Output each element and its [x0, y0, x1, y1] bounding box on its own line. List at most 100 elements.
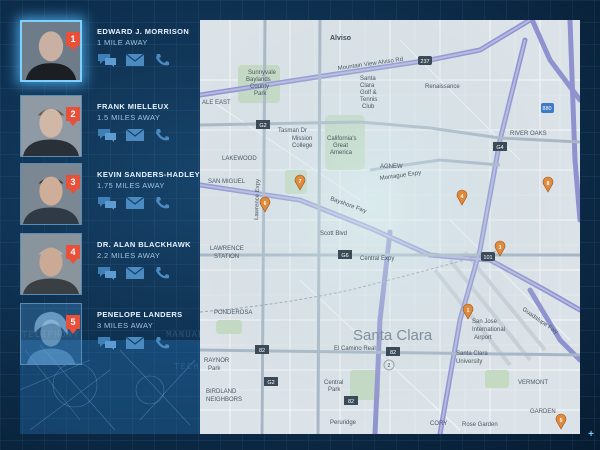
- mail-icon[interactable]: [125, 53, 145, 67]
- label-cory: CORY: [430, 421, 447, 427]
- shield-g6-label: G6: [341, 253, 348, 259]
- contact-distance: 2.2 MILES AWAY: [97, 251, 161, 260]
- contact-item[interactable]: 2 FRANK MIELLEUX 1.5 MILES AWAY: [20, 95, 200, 159]
- label-park: Park: [254, 91, 267, 97]
- label-lawrence-2: STATION: [214, 254, 239, 260]
- phone-icon[interactable]: [153, 128, 173, 142]
- pin-number: 1: [467, 308, 470, 314]
- mail-icon[interactable]: [125, 196, 145, 210]
- label-baylands: Baylands: [246, 77, 271, 83]
- label-alviso: Alviso: [330, 35, 351, 42]
- label-tasman: Tasman Dr: [278, 128, 307, 134]
- label-airport-1: San Jose: [472, 319, 498, 325]
- contacts-sidebar: 1 EDWARD J. MORRISON 1 MILE AWAY 2 FRANK…: [0, 0, 200, 450]
- contact-name: FRANK MIELLEUX: [97, 102, 169, 111]
- avatar[interactable]: [20, 20, 82, 82]
- avatar[interactable]: [20, 163, 82, 225]
- map-canvas: 237 880 101 G2 G4 G6 82 82 G2 82 Alviso …: [200, 20, 580, 434]
- avatar[interactable]: [20, 303, 82, 365]
- label-golf-3: Golf &: [360, 90, 377, 96]
- shield-101-label: 101: [483, 255, 492, 261]
- avatar[interactable]: [20, 95, 82, 157]
- contact-item[interactable]: 1 EDWARD J. MORRISON 1 MILE AWAY: [20, 20, 200, 84]
- chat-icon[interactable]: [97, 266, 117, 280]
- label-san-miguel: SAN MIGUEL: [208, 179, 246, 185]
- phone-icon[interactable]: [153, 266, 173, 280]
- label-birdland-1: BIRDLAND: [206, 389, 237, 395]
- label-scu-2: University: [456, 359, 482, 365]
- contact-name: DR. ALAN BLACKHAWK: [97, 240, 191, 249]
- label-scott: Scott Blvd: [320, 231, 347, 237]
- label-agnew: AGNEW: [380, 164, 403, 170]
- chat-icon[interactable]: [97, 53, 117, 67]
- contact-item[interactable]: 3 KEVIN SANDERS-HADLEY 1.75 MILES AWAY: [20, 163, 200, 227]
- label-golf-1: Santa: [360, 76, 376, 82]
- contact-name: EDWARD J. MORRISON: [97, 27, 190, 36]
- label-airport-2: International: [472, 327, 505, 333]
- rank-badge: 2: [66, 107, 80, 126]
- map-view[interactable]: 237 880 101 G2 G4 G6 82 82 G2 82 Alviso …: [200, 20, 580, 434]
- label-golf-4: Tennis: [360, 97, 377, 103]
- contact-actions: [97, 266, 197, 282]
- plus-icon[interactable]: +: [588, 429, 594, 440]
- label-lakewood: LAKEWOOD: [222, 156, 257, 162]
- shield-82c-label: 82: [348, 399, 354, 405]
- mail-icon[interactable]: [125, 336, 145, 350]
- shield-237-label: 237: [420, 59, 429, 65]
- contact-item[interactable]: 4 DR. ALAN BLACKHAWK 2.2 MILES AWAY: [20, 233, 200, 297]
- contact-distance: 1.5 MILES AWAY: [97, 113, 161, 122]
- label-scu-1: Santa Clara: [456, 351, 488, 357]
- contact-name: PENELOPE LANDERS: [97, 310, 183, 319]
- avatar[interactable]: [20, 233, 82, 295]
- pin-number: 5: [560, 418, 563, 424]
- phone-icon[interactable]: [153, 196, 173, 210]
- contact-distance: 1 MILE AWAY: [97, 38, 148, 47]
- label-central-expy: Central Expy: [360, 256, 394, 262]
- avatar-photo: [21, 234, 81, 294]
- avatar-photo: [21, 96, 81, 156]
- avatar-photo: [21, 304, 81, 364]
- pin-number: 4: [461, 194, 464, 200]
- shield-82a-label: 82: [259, 348, 265, 354]
- label-river-oaks: RIVER OAKS: [510, 131, 547, 137]
- label-central-1: Central: [324, 380, 343, 386]
- app-root: TELEPHONY MANUAL TECHNICAL MANUAL 1 EDWA…: [0, 0, 600, 450]
- label-el-camino: El Camino Real: [334, 346, 376, 352]
- label-mission-1: Mission: [292, 136, 312, 142]
- shield-880-label: 880: [542, 106, 551, 112]
- contact-item[interactable]: 5 PENELOPE LANDERS 3 MILES AWAY: [20, 303, 200, 367]
- chat-icon[interactable]: [97, 128, 117, 142]
- rank-badge: 1: [66, 32, 80, 51]
- label-santa-clara: Santa Clara: [353, 327, 433, 344]
- label-raynor-1: RAYNOR: [204, 358, 230, 364]
- label-great-3: America: [330, 150, 353, 156]
- phone-icon[interactable]: [153, 53, 173, 67]
- chat-icon[interactable]: [97, 336, 117, 350]
- shield-82b-label: 82: [390, 350, 396, 356]
- contact-actions: [97, 196, 197, 212]
- mail-icon[interactable]: [125, 266, 145, 280]
- label-birdland-2: NEIGHBORS: [206, 397, 242, 403]
- pin-number: 6: [264, 201, 267, 207]
- contact-name: KEVIN SANDERS-HADLEY: [97, 170, 201, 179]
- phone-icon[interactable]: [153, 336, 173, 350]
- label-lawrence-1: LAWRENCE: [210, 246, 244, 252]
- label-airport-3: Airport: [474, 335, 492, 341]
- label-great-1: California's: [327, 136, 357, 142]
- pin-number: 2: [388, 363, 391, 369]
- contact-distance: 1.75 MILES AWAY: [97, 181, 165, 190]
- chat-icon[interactable]: [97, 196, 117, 210]
- pin-number: 3: [499, 245, 502, 251]
- shield-g2b-label: G2: [267, 380, 274, 386]
- label-raynor-2: Park: [208, 366, 221, 372]
- label-sunnyvale: Sunnyvale: [248, 70, 277, 76]
- label-renaissance: Renaissance: [425, 84, 460, 90]
- rank-badge: 4: [66, 245, 80, 264]
- label-garden: GARDEN: [530, 409, 556, 415]
- mail-icon[interactable]: [125, 128, 145, 142]
- contact-distance: 3 MILES AWAY: [97, 321, 154, 330]
- label-county: County: [250, 84, 269, 90]
- pin-number: 8: [547, 181, 550, 187]
- rank-badge: 3: [66, 175, 80, 194]
- label-ponderosa: PONDEROSA: [214, 310, 252, 316]
